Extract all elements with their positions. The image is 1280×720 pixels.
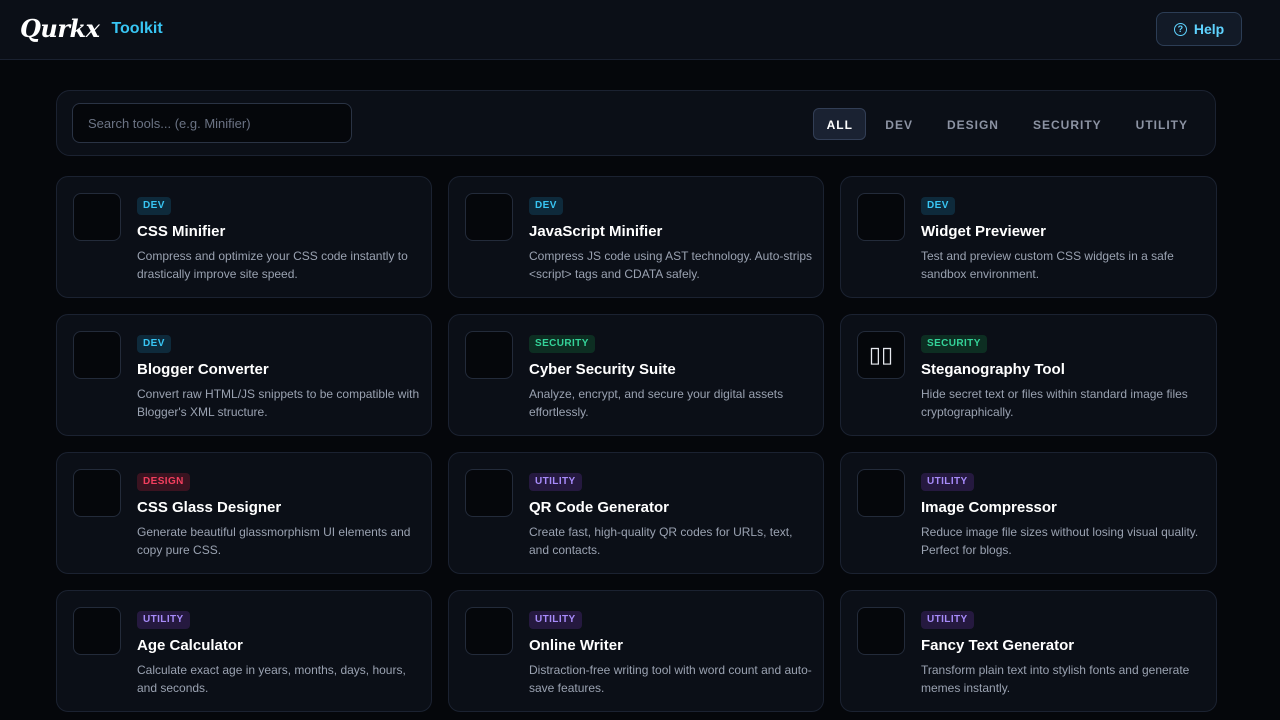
tool-card-image-compressor[interactable]: UTILITY Image Compressor Reduce image fi… bbox=[840, 452, 1217, 574]
tool-description: Compress JS code using AST technology. A… bbox=[529, 249, 813, 281]
filter-utility[interactable]: UTILITY bbox=[1121, 108, 1203, 140]
tool-description: Generate beautiful glassmorphism UI elem… bbox=[137, 525, 411, 557]
tool-description: Analyze, encrypt, and secure your digita… bbox=[529, 387, 784, 419]
tool-card-qr-code-generator[interactable]: UTILITY QR Code Generator Create fast, h… bbox=[448, 452, 824, 574]
brand[interactable]: Qurkx Toolkit bbox=[20, 14, 163, 43]
filter-security[interactable]: SECURITY bbox=[1018, 108, 1117, 140]
category-filters: ALL DEV DESIGN SECURITY UTILITY bbox=[813, 108, 1203, 140]
tool-card-age-calculator[interactable]: UTILITY Age Calculator Calculate exact a… bbox=[56, 590, 432, 712]
tool-title: Online Writer bbox=[529, 637, 623, 654]
help-label: Help bbox=[1193, 21, 1225, 37]
tool-card-steganography-tool[interactable]: ▯▯ SECURITY Steganography Tool Hide secr… bbox=[840, 314, 1217, 436]
missing-glyph-icon: ▯▯ bbox=[857, 331, 905, 379]
tool-description: Distraction-free writing tool with word … bbox=[529, 663, 812, 695]
tool-card-css-minifier[interactable]: DEV CSS Minifier Compress and optimize y… bbox=[56, 176, 432, 298]
tool-card-javascript-minifier[interactable]: DEV JavaScript Minifier Compress JS code… bbox=[448, 176, 824, 298]
filter-design[interactable]: DESIGN bbox=[932, 108, 1014, 140]
top-navbar: Qurkx Toolkit ? Help bbox=[0, 0, 1280, 60]
tool-title: CSS Minifier bbox=[137, 223, 226, 240]
tool-icon bbox=[465, 331, 513, 379]
tool-icon bbox=[465, 607, 513, 655]
category-badge: UTILITY bbox=[529, 611, 582, 629]
filter-bar: ALL DEV DESIGN SECURITY UTILITY bbox=[56, 90, 1216, 156]
tool-title: Fancy Text Generator bbox=[921, 637, 1075, 654]
tool-icon bbox=[465, 193, 513, 241]
category-badge: DEV bbox=[137, 335, 171, 353]
category-badge: UTILITY bbox=[921, 611, 974, 629]
tool-description: Test and preview custom CSS widgets in a… bbox=[921, 249, 1174, 281]
tool-card-widget-previewer[interactable]: DEV Widget Previewer Test and preview cu… bbox=[840, 176, 1217, 298]
tool-title: Blogger Converter bbox=[137, 361, 269, 378]
tool-icon bbox=[857, 607, 905, 655]
category-badge: SECURITY bbox=[529, 335, 595, 353]
tool-title: CSS Glass Designer bbox=[137, 499, 282, 516]
tool-description: Calculate exact age in years, months, da… bbox=[137, 663, 406, 695]
tool-icon bbox=[465, 469, 513, 517]
tool-description: Compress and optimize your CSS code inst… bbox=[137, 249, 408, 281]
tool-icon bbox=[73, 193, 121, 241]
category-badge: DEV bbox=[137, 197, 171, 215]
brand-subtitle[interactable]: Toolkit bbox=[111, 20, 162, 38]
tool-card-blogger-converter[interactable]: DEV Blogger Converter Convert raw HTML/J… bbox=[56, 314, 432, 436]
tool-description: Convert raw HTML/JS snippets to be compa… bbox=[137, 387, 420, 419]
tool-title: Image Compressor bbox=[921, 499, 1057, 516]
category-badge: UTILITY bbox=[529, 473, 582, 491]
tool-icon bbox=[73, 469, 121, 517]
question-circle-icon: ? bbox=[1173, 22, 1187, 36]
tool-title: Cyber Security Suite bbox=[529, 361, 676, 378]
tool-icon bbox=[73, 607, 121, 655]
category-badge: UTILITY bbox=[137, 611, 190, 629]
tool-description: Reduce image file sizes without losing v… bbox=[921, 525, 1199, 557]
tool-title: Widget Previewer bbox=[921, 223, 1046, 240]
tool-description: Transform plain text into stylish fonts … bbox=[921, 663, 1190, 695]
help-button[interactable]: ? Help bbox=[1156, 12, 1242, 46]
tools-grid: DEV CSS Minifier Compress and optimize y… bbox=[56, 176, 1217, 712]
tool-icon bbox=[857, 469, 905, 517]
tool-description: Create fast, high-quality QR codes for U… bbox=[529, 525, 793, 557]
brand-logo[interactable]: Qurkx bbox=[20, 14, 100, 43]
category-badge: SECURITY bbox=[921, 335, 987, 353]
tool-description: Hide secret text or files within standar… bbox=[921, 387, 1188, 419]
tool-card-css-glass-designer[interactable]: DESIGN CSS Glass Designer Generate beaut… bbox=[56, 452, 432, 574]
filter-dev[interactable]: DEV bbox=[870, 108, 928, 140]
tool-icon bbox=[857, 193, 905, 241]
tool-card-fancy-text-generator[interactable]: UTILITY Fancy Text Generator Transform p… bbox=[840, 590, 1217, 712]
tool-icon bbox=[73, 331, 121, 379]
category-badge: UTILITY bbox=[921, 473, 974, 491]
tool-title: Steganography Tool bbox=[921, 361, 1065, 378]
tool-title: Age Calculator bbox=[137, 637, 243, 654]
category-badge: DESIGN bbox=[137, 473, 190, 491]
category-badge: DEV bbox=[529, 197, 563, 215]
filter-all[interactable]: ALL bbox=[813, 108, 867, 140]
tool-title: JavaScript Minifier bbox=[529, 223, 663, 240]
search-input[interactable] bbox=[72, 103, 352, 143]
category-badge: DEV bbox=[921, 197, 955, 215]
tool-card-cyber-security-suite[interactable]: SECURITY Cyber Security Suite Analyze, e… bbox=[448, 314, 824, 436]
tool-card-online-writer[interactable]: UTILITY Online Writer Distraction-free w… bbox=[448, 590, 824, 712]
tool-title: QR Code Generator bbox=[529, 499, 670, 516]
